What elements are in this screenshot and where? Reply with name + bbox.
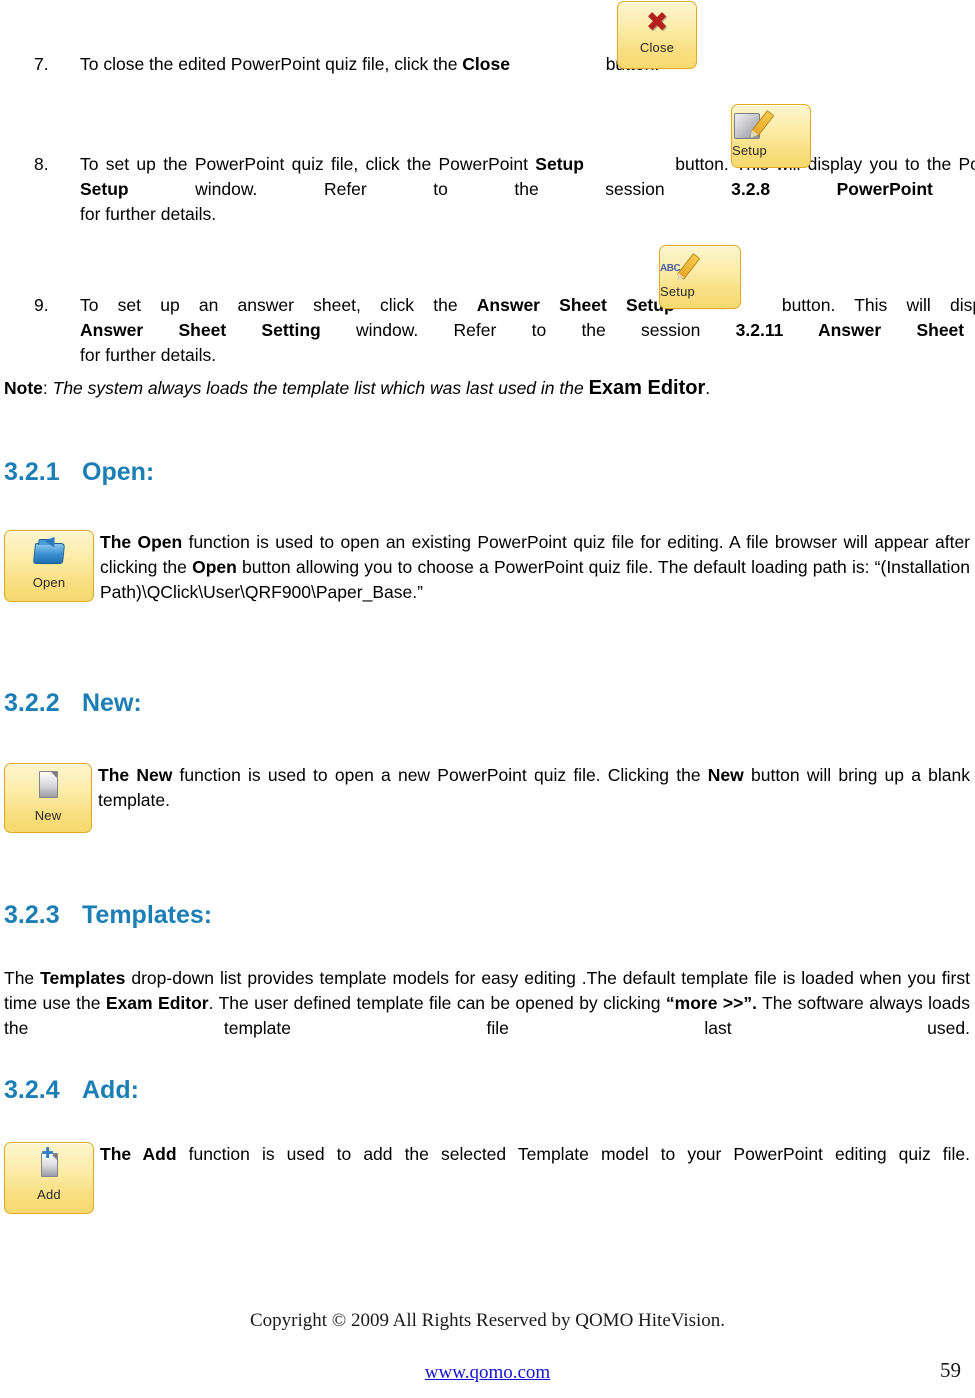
list-bold-term: Answer Sheet Setup (476, 295, 675, 315)
note-text: The system always loads the template lis… (52, 378, 589, 398)
setup-button-caption: Setup (732, 143, 767, 158)
section-heading-open: 3.2.1 Open: (4, 457, 154, 487)
open-bold-2: Open (192, 557, 237, 577)
templates-body-2: . The user defined template file can be … (208, 993, 666, 1013)
templates-bold-3: “more >>”. (665, 993, 757, 1013)
section-heading-add: 3.2.4 Add: (4, 1075, 139, 1105)
note-end: . (705, 378, 711, 398)
list-number: 8. (34, 154, 49, 174)
note-bold-term: Exam Editor (588, 377, 706, 399)
open-button-caption: Open (32, 575, 66, 590)
open-folder-icon (5, 533, 93, 576)
list-item: 9. To set up an answer sheet, click the … (0, 245, 975, 368)
list-bold-term: Setup (535, 154, 584, 174)
section-ref: 3.2.11 Answer Sheet Setup (735, 320, 975, 340)
list-text-after-1: button. This will display the (781, 295, 975, 315)
section-heading-new: 3.2.2 New: (4, 688, 142, 718)
add-bold-lead: The Add (100, 1144, 177, 1164)
list-text-after-2: window. Refer to the session (128, 179, 732, 199)
open-button[interactable]: Open (4, 530, 94, 602)
templates-bold-2: Exam Editor (105, 993, 209, 1013)
templates-lead: The (4, 968, 41, 988)
list-text: To close the edited PowerPoint quiz file… (80, 54, 463, 74)
footer-page-number: 59 (940, 1358, 961, 1382)
new-bold-lead: The New (98, 765, 173, 785)
close-x-icon: ✖ (645, 7, 669, 38)
section-body-add: ✚ Add The Add function is used to add th… (4, 1142, 970, 1214)
list-number: 9. (34, 295, 49, 315)
abc-pencil-icon: ABC (660, 249, 740, 285)
list-text: To set up an answer sheet, click the (80, 295, 477, 315)
add-plus-icon: ✚ (5, 1146, 93, 1188)
pencil-edit-icon (732, 108, 810, 144)
section-title: Add: (82, 1076, 139, 1104)
new-bold-2: New (707, 765, 744, 785)
list-bold-term: Close (462, 54, 510, 74)
open-bold-lead: The Open (100, 532, 183, 552)
note-separator: : (42, 378, 53, 398)
new-button-caption: New (34, 808, 62, 823)
list-text-after-3: for further details. (80, 345, 217, 365)
templates-bold-1: Templates (40, 968, 126, 988)
new-document-icon (5, 767, 91, 809)
section-number: 3.2.4 (4, 1076, 60, 1104)
list-item: 7. To close the edited PowerPoint quiz f… (0, 1, 975, 77)
footer-website-link[interactable]: www.qomo.com (425, 1362, 550, 1383)
list-item: 8. To set up the PowerPoint quiz file, c… (0, 104, 975, 227)
add-body-1: function is used to add the selected Tem… (176, 1144, 971, 1164)
powerpoint-setup-button[interactable]: Setup (731, 104, 811, 168)
footer-copyright: Copyright © 2009 All Rights Reserved by … (249, 1310, 726, 1331)
new-button[interactable]: New (4, 763, 92, 833)
section-number: 3.2.2 (4, 689, 60, 717)
note-label: Note (4, 378, 43, 398)
list-bold-term-2: Setup (80, 179, 129, 199)
list-text-after-1: button. This will display you to the Pow… (675, 154, 975, 174)
section-heading-templates: 3.2.3 Templates: (4, 900, 212, 930)
section-body-open: Open The Open function is used to open a… (4, 530, 970, 605)
document-page: 7. To close the edited PowerPoint quiz f… (0, 0, 975, 1398)
close-button[interactable]: ✖ Close (617, 1, 697, 69)
list-text: To set up the PowerPoint quiz file, clic… (80, 154, 536, 174)
section-title: Open: (82, 458, 155, 486)
close-button-caption: Close (639, 40, 675, 55)
note-line: Note: The system always loads the templa… (4, 376, 964, 401)
list-bold-term-2: Answer Sheet Setting (80, 320, 321, 340)
answer-setup-button-caption: Setup (660, 284, 695, 299)
section-body-new: New The New function is used to open a n… (4, 763, 970, 833)
list-text-after-3: for further details. (80, 204, 217, 224)
section-number: 3.2.1 (4, 458, 60, 486)
footer-website-wrap: www.qomo.com (0, 1362, 975, 1384)
section-body-templates: The Templates drop-down list provides te… (4, 966, 970, 1041)
new-body-1: function is used to open a new PowerPoin… (172, 765, 708, 785)
section-ref: 3.2.8 PowerPoint Setup (731, 179, 975, 199)
answer-sheet-setup-button[interactable]: ABC Setup (659, 245, 741, 309)
add-button[interactable]: ✚ Add (4, 1142, 94, 1214)
section-title: Templates: (82, 901, 213, 929)
list-text-after-2: window. Refer to the session (320, 320, 736, 340)
section-title: New: (82, 689, 142, 717)
add-button-caption: Add (37, 1187, 61, 1202)
list-number: 7. (34, 54, 49, 74)
section-number: 3.2.3 (4, 901, 60, 929)
